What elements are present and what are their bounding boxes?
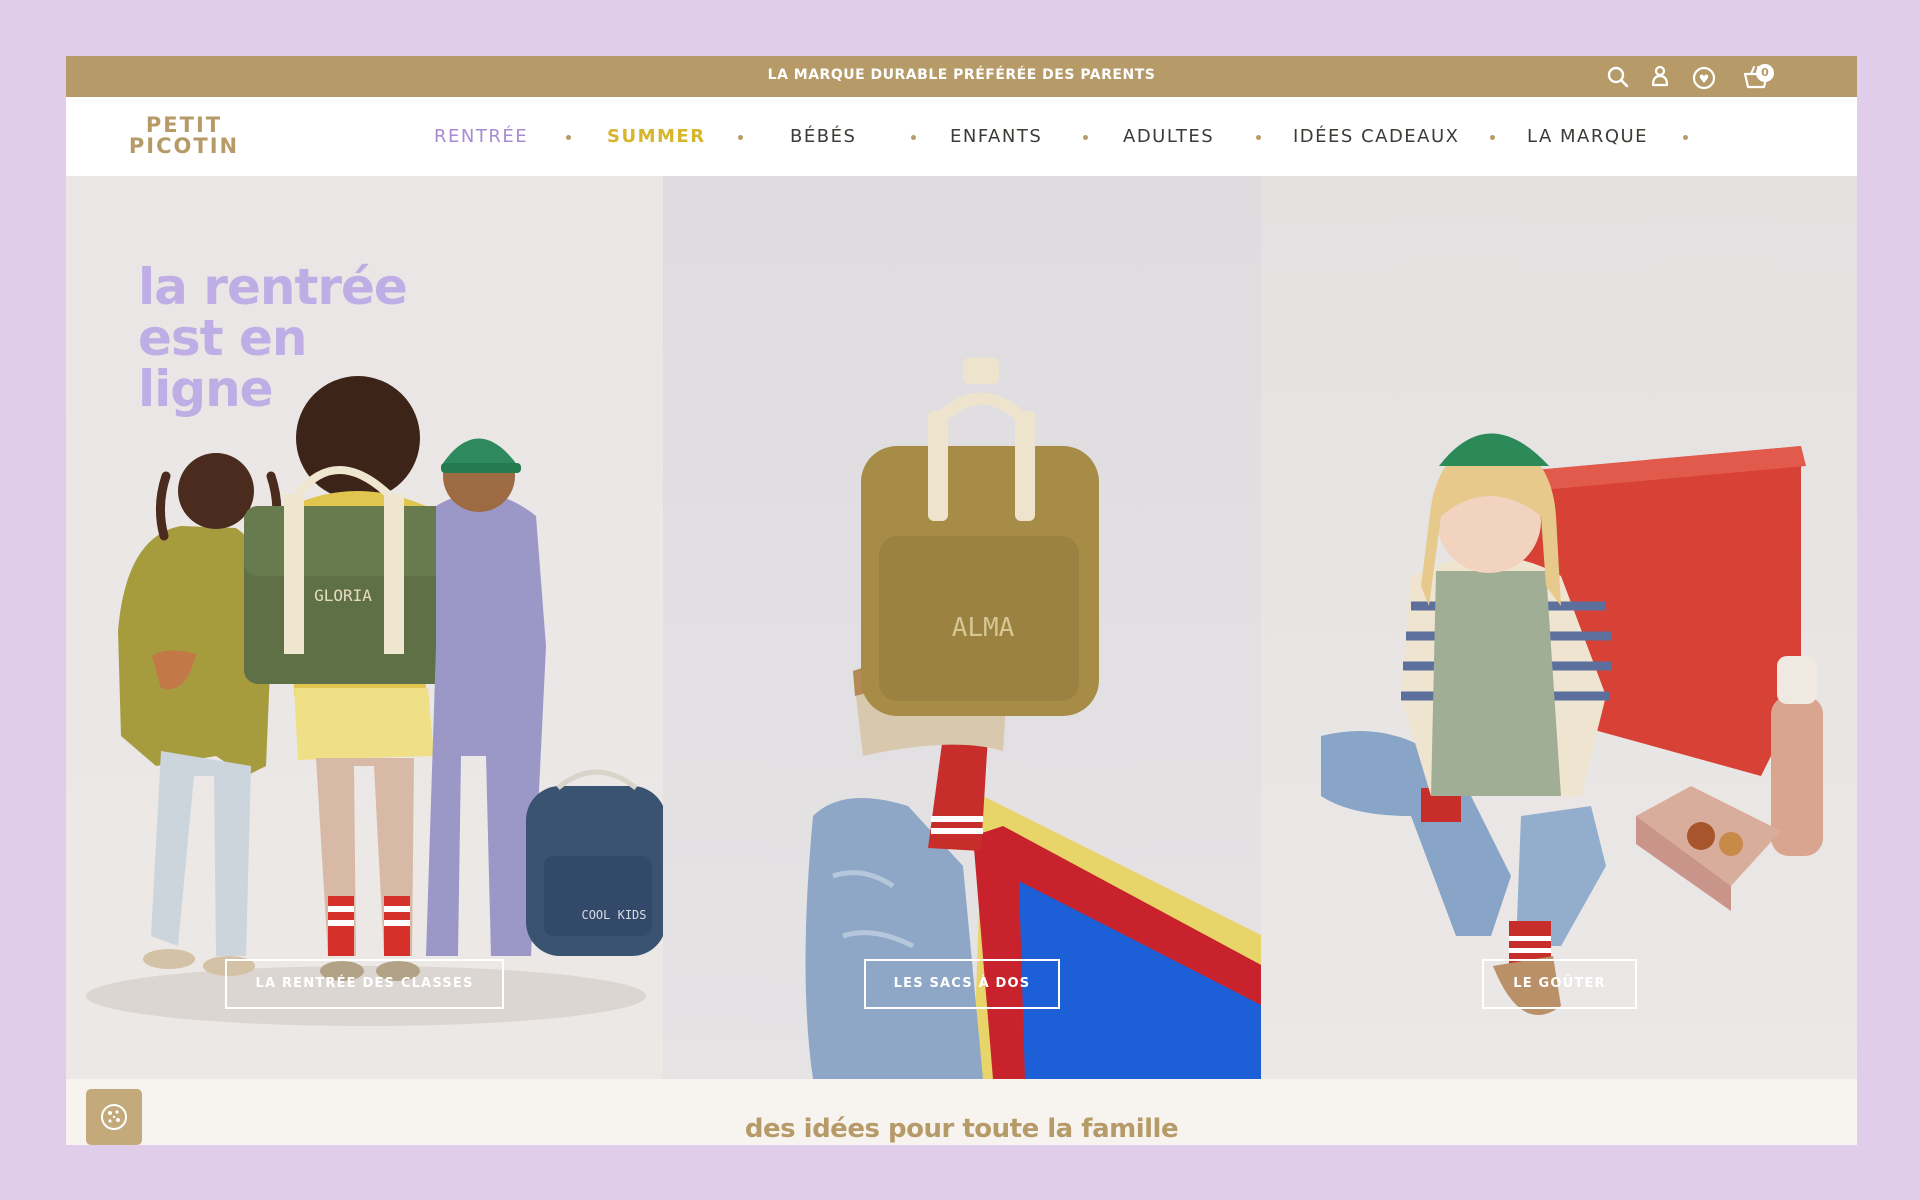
backpack-on-leg-illustration: ALMA (805, 358, 1261, 1079)
nav-item-enfants[interactable]: ENFANTS (950, 126, 1042, 147)
user-icon (1651, 65, 1669, 87)
search-button[interactable] (1604, 63, 1632, 91)
nav-separator (1490, 135, 1495, 140)
hero-headline: la rentrée est en ligne (138, 262, 438, 415)
heart-coin-icon (1692, 66, 1716, 90)
nav-item-rentree[interactable]: RENTRÉE (434, 126, 528, 147)
bag-name-cool-kids: COOL KIDS (581, 908, 646, 922)
nav-separator (1683, 135, 1688, 140)
hero-headline-line-1: la rentrée (138, 258, 408, 316)
hero-headline-line-2: est en (138, 309, 308, 367)
bag-name-gloria: GLORIA (314, 586, 372, 605)
website-frame: LA MARQUE DURABLE PRÉFÉRÉE DES PARENTS 0… (66, 56, 1857, 1145)
child-with-snack-illustration (1321, 433, 1823, 1015)
main-navigation: RENTRÉE SUMMER BÉBÉS ENFANTS ADULTES IDÉ… (66, 97, 1857, 176)
cta-rentree-des-classes[interactable]: LA RENTRÉE DES CLASSES (225, 959, 504, 1009)
section-title: des idées pour toute la famille (744, 1114, 1179, 1144)
bag-name-alma: ALMA (952, 613, 1015, 643)
nav-item-adultes[interactable]: ADULTES (1123, 126, 1214, 147)
hero-panel-gouter[interactable]: LE GOÛTER (1261, 176, 1857, 1079)
nav-item-bebes[interactable]: BÉBÉS (790, 126, 856, 147)
cta-sacs-a-dos[interactable]: LES SACS À DOS (864, 959, 1060, 1009)
announcement-bar: LA MARQUE DURABLE PRÉFÉRÉE DES PARENTS 0 (66, 56, 1857, 97)
nav-separator (911, 135, 916, 140)
cta-le-gouter[interactable]: LE GOÛTER (1482, 959, 1637, 1009)
nav-separator (1083, 135, 1088, 140)
cart-button[interactable]: 0 (1742, 63, 1778, 91)
search-icon (1607, 66, 1629, 88)
cookie-icon (101, 1104, 127, 1130)
cart-count-badge: 0 (1756, 64, 1774, 82)
hero-banner: GLORIA COOL KIDS la rentrée est en ligne… (66, 176, 1857, 1079)
announcement-text: LA MARQUE DURABLE PRÉFÉRÉE DES PARENTS (767, 67, 1156, 83)
nav-separator (738, 135, 743, 140)
nav-item-la-marque[interactable]: LA MARQUE (1527, 126, 1648, 147)
hero-panel-rentree[interactable]: GLORIA COOL KIDS la rentrée est en ligne… (66, 176, 663, 1079)
nav-item-summer[interactable]: SUMMER (607, 126, 706, 147)
cookie-settings-button[interactable] (86, 1089, 142, 1145)
loyalty-button[interactable] (1690, 63, 1718, 91)
hero-headline-line-3: ligne (138, 360, 274, 418)
nav-separator (566, 135, 571, 140)
account-button[interactable] (1646, 63, 1674, 91)
hero-panel-sacs-a-dos[interactable]: ALMA LES SACS À DOS (663, 176, 1261, 1079)
nav-item-idees-cadeaux[interactable]: IDÉES CADEAUX (1293, 126, 1460, 147)
nav-separator (1256, 135, 1261, 140)
main-header: PETIT PICOTIN RENTRÉE SUMMER BÉBÉS ENFAN… (66, 97, 1857, 176)
section-family-ideas: des idées pour toute la famille (66, 1079, 1857, 1145)
